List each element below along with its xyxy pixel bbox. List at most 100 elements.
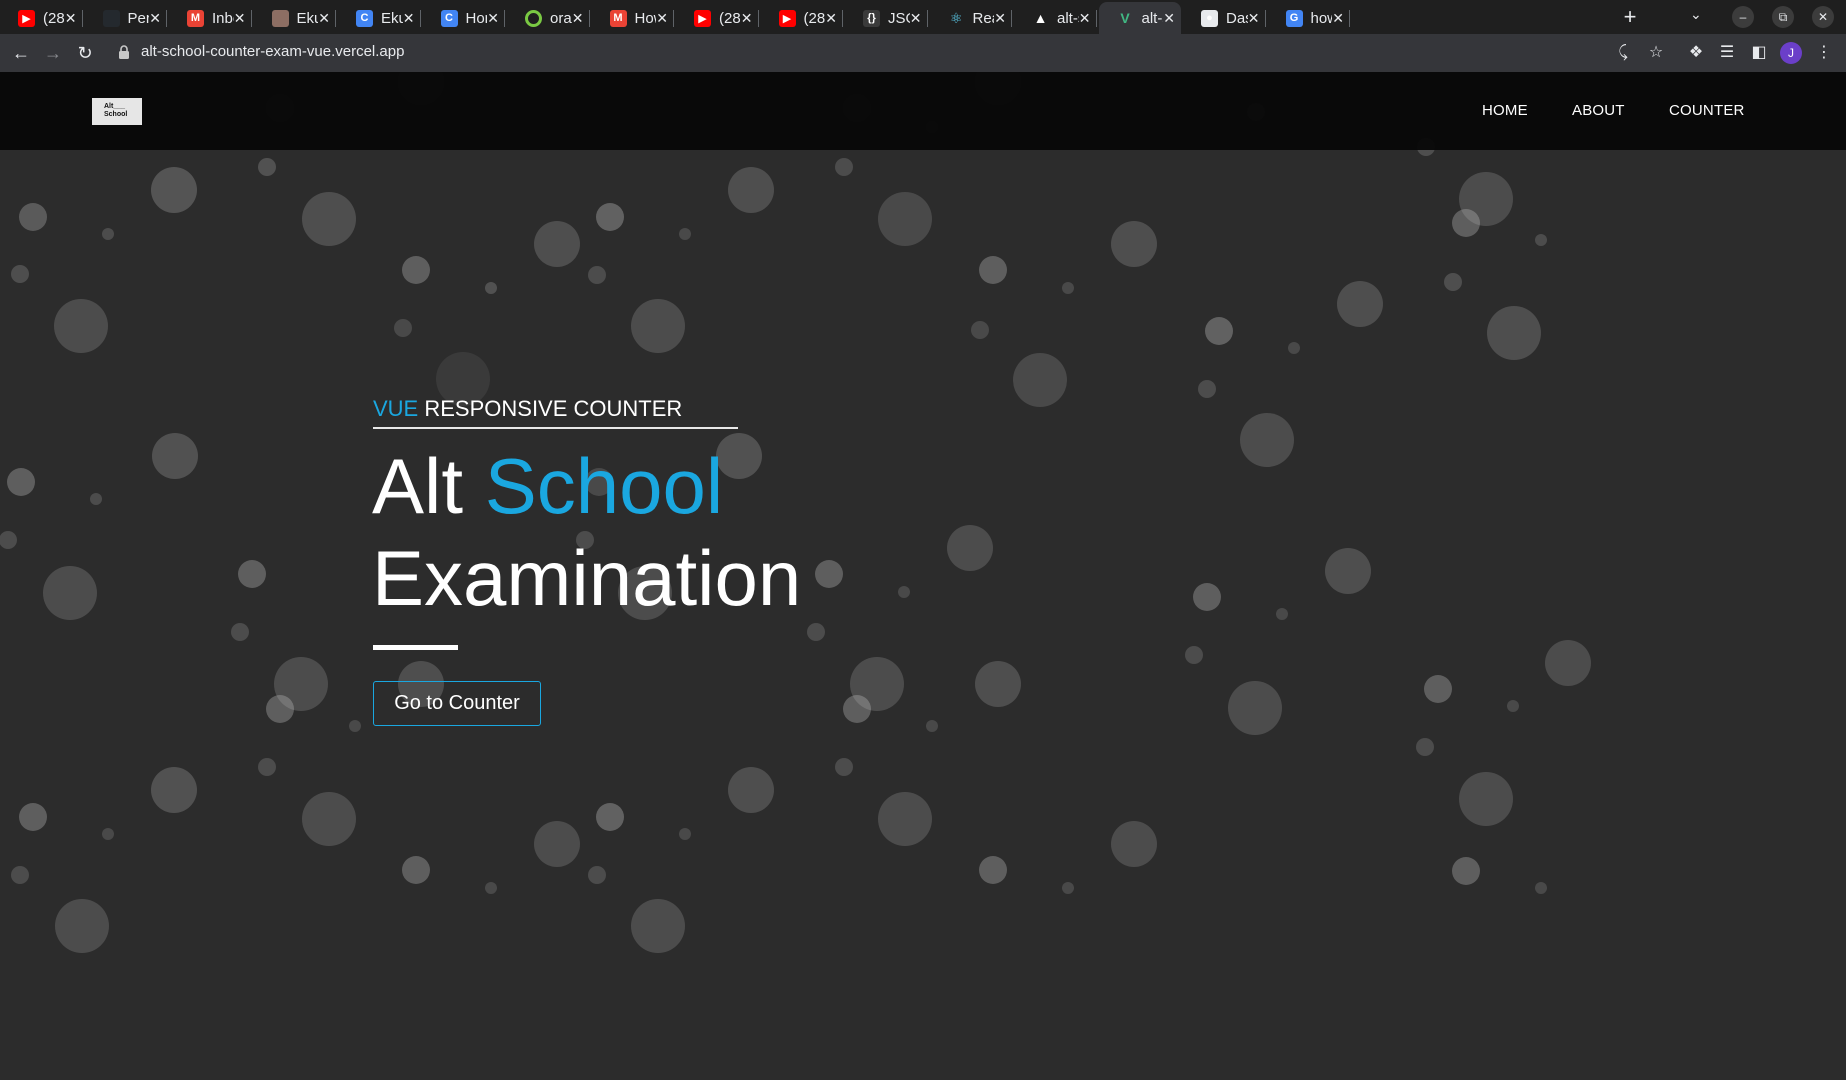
tab-separator: [504, 10, 505, 27]
tab-close-icon[interactable]: ✕: [825, 10, 837, 27]
decorative-bubble: [7, 468, 35, 496]
decorative-bubble: [402, 256, 430, 284]
extensions-puzzle-icon[interactable]: ❖: [1685, 42, 1707, 64]
browser-tab[interactable]: ▲ alt-sc✕: [1014, 2, 1097, 34]
tab-separator: [1011, 10, 1012, 27]
browser-tab[interactable]: C Home✕: [423, 2, 505, 34]
back-button[interactable]: ←: [8, 40, 34, 66]
tab-close-icon[interactable]: ✕: [487, 10, 499, 27]
decorative-bubble: [1111, 821, 1157, 867]
address-bar-url[interactable]: alt-school-counter-exam-vue.vercel.app: [141, 43, 404, 60]
profile-avatar[interactable]: J: [1780, 42, 1802, 64]
browser-tab[interactable]: M Inbox✕: [169, 2, 252, 34]
forward-button[interactable]: →: [40, 40, 66, 66]
tab-close-icon[interactable]: ✕: [741, 10, 753, 27]
tab-close-icon[interactable]: ✕: [234, 10, 246, 27]
decorative-bubble: [349, 720, 361, 732]
tab-close-icon[interactable]: ✕: [149, 10, 161, 27]
decorative-bubble: [19, 203, 47, 231]
nav-link-counter[interactable]: COUNTER: [1669, 102, 1745, 119]
decorative-bubble: [588, 266, 606, 284]
decorative-bubble: [835, 758, 853, 776]
decorative-bubble: [596, 203, 624, 231]
media-playlist-icon[interactable]: ☰: [1716, 42, 1738, 64]
decorative-bubble: [1507, 700, 1519, 712]
new-tab-button[interactable]: +: [1616, 4, 1644, 32]
tab-title: (280): [719, 9, 741, 27]
decorative-bubble: [1062, 882, 1074, 894]
minimize-window-button[interactable]: –: [1732, 6, 1754, 28]
decorative-bubble: [679, 228, 691, 240]
tab-close-icon[interactable]: ✕: [1163, 10, 1175, 27]
close-window-button[interactable]: ✕: [1812, 6, 1834, 28]
tab-close-icon[interactable]: ✕: [318, 10, 330, 27]
share-icon[interactable]: ⤹: [1612, 42, 1634, 64]
go-to-counter-button[interactable]: Go to Counter: [373, 681, 541, 726]
decorative-bubble: [0, 531, 17, 549]
tab-close-icon[interactable]: ✕: [65, 10, 77, 27]
browser-tab[interactable]: {} JSON✕: [845, 2, 928, 34]
vue-icon: V: [1120, 10, 1130, 26]
decorative-bubble: [1062, 282, 1074, 294]
decorative-bubble: [1198, 380, 1216, 398]
circle-icon: [525, 9, 542, 27]
tab-title: Ekun: [381, 9, 403, 27]
restore-window-button[interactable]: ⧉: [1772, 6, 1794, 28]
decorative-bubble: [926, 720, 938, 732]
browser-tab[interactable]: Ghow✕: [1268, 2, 1350, 34]
decorative-bubble: [534, 221, 580, 267]
decorative-bubble: [596, 803, 624, 831]
browser-tab[interactable]: C Ekun✕: [338, 2, 421, 34]
menu-kebab-icon[interactable]: ⋮: [1813, 42, 1835, 64]
bookmark-star-icon[interactable]: ☆: [1645, 42, 1667, 64]
tab-close-icon[interactable]: ✕: [1332, 10, 1344, 27]
decorative-bubble: [975, 661, 1021, 707]
tab-close-icon[interactable]: ✕: [1248, 10, 1260, 27]
gmail-icon: M: [609, 9, 627, 27]
reload-button[interactable]: ↻: [72, 40, 98, 66]
site-logo[interactable]: Alt___ School: [92, 98, 142, 125]
side-panel-icon[interactable]: ◧: [1748, 42, 1770, 64]
logo-line2: School: [104, 111, 128, 118]
tab-separator: [842, 10, 843, 27]
decorative-bubble: [402, 856, 430, 884]
browser-tab[interactable]: Perso✕: [85, 2, 167, 34]
page-viewport: Alt___ School HOME ABOUT COUNTER VUE RES…: [0, 72, 1846, 1080]
browser-tab[interactable]: orain✕: [507, 2, 590, 34]
react-icon: ⚛: [949, 9, 963, 26]
tab-title: alt-sc: [1057, 9, 1079, 27]
decorative-bubble: [588, 866, 606, 884]
decorative-bubble: [151, 167, 197, 213]
nav-link-home[interactable]: HOME: [1482, 102, 1528, 119]
browser-tab[interactable]: Valt-sc✕: [1098, 2, 1181, 34]
tab-close-icon[interactable]: ✕: [656, 10, 668, 27]
browser-tab[interactable]: ● Dash✕: [1183, 2, 1266, 34]
browser-tab[interactable]: ▶ (280)✕: [676, 2, 759, 34]
browser-tab[interactable]: Ekun✕: [254, 2, 336, 34]
browser-tab[interactable]: ▶ (280)✕: [761, 2, 843, 34]
tab-title: Dash: [1226, 9, 1248, 27]
image-icon: [271, 9, 289, 27]
tab-separator: [757, 10, 759, 27]
browser-tab[interactable]: M How✕: [592, 2, 674, 34]
decorative-bubble: [1185, 646, 1203, 664]
tab-separator: [81, 10, 83, 27]
tab-separator: [419, 10, 421, 27]
site-navbar: Alt___ School HOME ABOUT COUNTER: [0, 72, 1846, 150]
browser-tab[interactable]: ▶ (280)✕: [0, 2, 83, 34]
tab-close-icon[interactable]: ✕: [910, 10, 922, 27]
decorative-bubble: [1325, 548, 1371, 594]
nav-link-about[interactable]: ABOUT: [1572, 102, 1625, 119]
tab-close-icon[interactable]: ✕: [572, 10, 584, 27]
tab-close-icon[interactable]: ✕: [1079, 10, 1091, 27]
tab-close-icon[interactable]: ✕: [403, 10, 415, 27]
kicker-underline: [373, 427, 738, 429]
decorative-bubble: [231, 623, 249, 641]
tab-title: (280): [43, 9, 65, 27]
kicker-text: RESPONSIVE COUNTER: [418, 396, 683, 421]
tab-search-chevron-icon[interactable]: ⌄: [1690, 6, 1702, 23]
youtube-icon: ▶: [778, 9, 796, 27]
decorative-bubble: [266, 695, 294, 723]
tab-close-icon[interactable]: ✕: [994, 10, 1006, 27]
browser-tab[interactable]: ⚛ React✕: [930, 2, 1012, 34]
